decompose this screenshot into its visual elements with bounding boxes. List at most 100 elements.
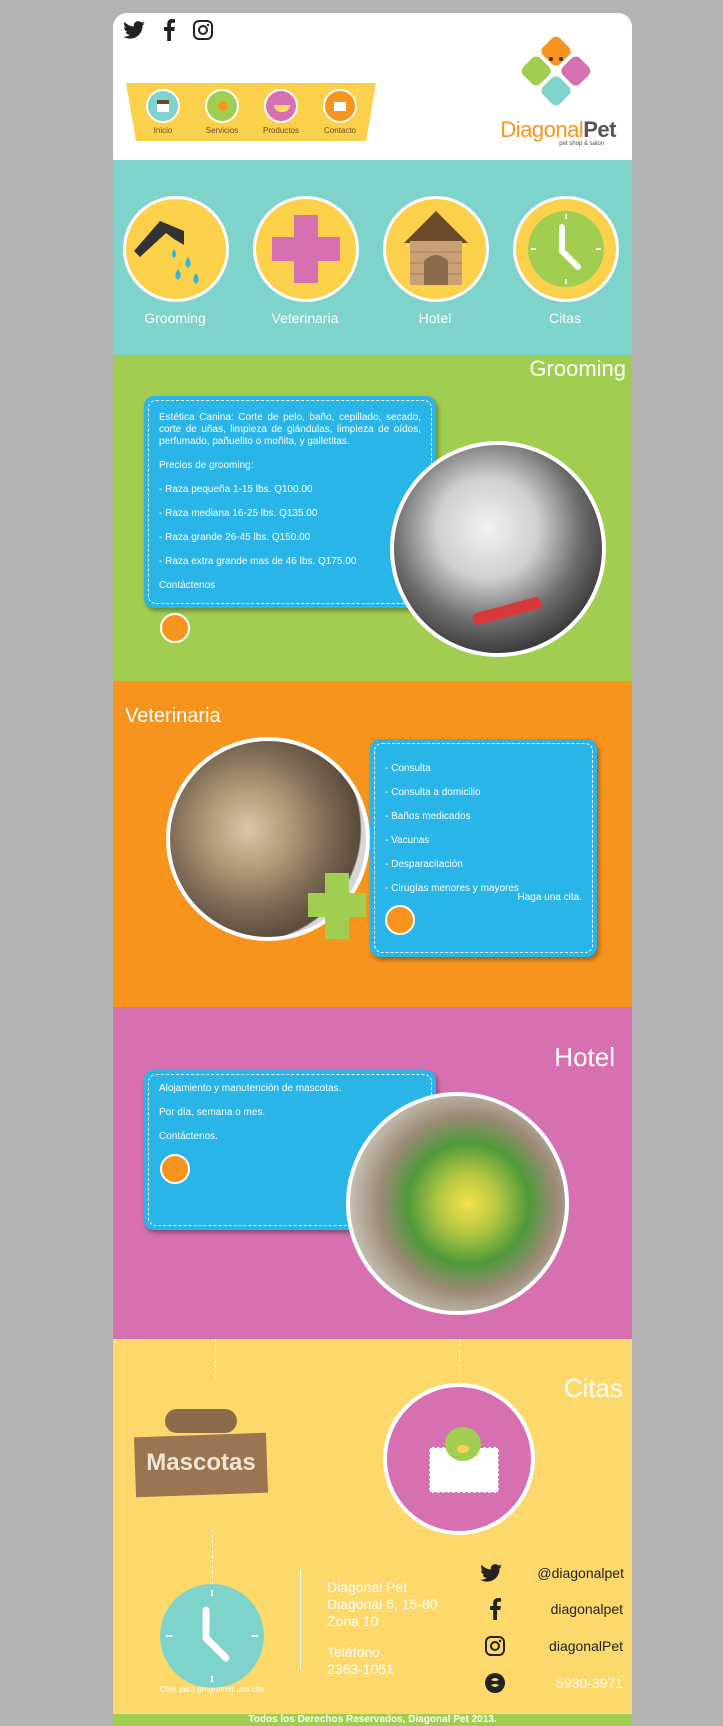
dog-photo [390,441,606,657]
nav-item-inicio[interactable]: Inicio [139,89,187,135]
service-item: - Vacunas [385,835,430,846]
social-handle: 5930-3971 [556,1675,623,1691]
address-block: Diagonal Pet Diagonal 6, 15-80 Zona 10 [327,1579,438,1630]
twitter-icon [480,1564,502,1582]
clock-button[interactable] [160,1584,264,1688]
grooming-text: Estética Canina: Corte de pelo, baño, ce… [159,412,421,604]
grooming-card: Estética Canina: Corte de pelo, baño, ce… [144,396,436,608]
social-bbm[interactable]: 5930-3971 [483,1671,623,1697]
nav-item-productos[interactable]: Productos [257,89,305,135]
logo-wordmark: DiagonalPet [496,117,616,143]
contact-button[interactable] [160,613,190,643]
nav-label: Productos [262,126,300,135]
parrot-photo [346,1092,569,1315]
social-instagram[interactable]: diagonalPet [483,1634,623,1660]
phone-number[interactable]: 2363-1051 [327,1661,394,1678]
nav-label: Contacto [323,126,357,135]
service-item: - Consulta [385,763,431,774]
service-citas[interactable]: Citas [513,196,619,326]
plus-shape-horizontal [308,893,366,917]
hanging-line [212,1529,213,1584]
logo-tagline: pet shop & salon [559,141,604,147]
citas-section: Citas Mascotas Click para programar una … [113,1339,632,1726]
appointment-button[interactable] [385,905,415,935]
service-hotel[interactable]: Hotel [383,196,489,326]
mail-bird-circle[interactable] [383,1383,535,1535]
grooming-contact-link[interactable]: Contáctenos [159,580,421,592]
instagram-icon[interactable] [193,20,213,40]
social-twitter[interactable]: @diagonalpet [480,1561,624,1587]
address-line: Diagonal 6, 15-80 [327,1596,438,1612]
logo-mark [521,36,591,106]
service-label: Citas [549,310,581,326]
services-icon [205,89,239,123]
clock-caption[interactable]: Click para programar una cita [157,1685,267,1695]
logo[interactable]: DiagonalPet pet shop & salon [496,29,616,149]
service-item: - Desparacitación [385,859,463,870]
logo-word1: Diagonal [500,117,584,142]
hanging-line [215,1339,216,1379]
bone-icon [165,1409,237,1433]
social-handle: diagonalpet [550,1601,623,1617]
clock-icon [513,196,619,302]
social-handle: diagonalPet [549,1638,623,1654]
service-label: Veterinaria [271,310,339,326]
hotel-contact-link[interactable]: Contáctenos. [159,1131,359,1143]
phone-label: Teléfono [327,1644,380,1660]
section-title: Hotel [554,1042,615,1072]
footer-copyright: Todos los Derechos Reservados, Diagonal … [248,1714,497,1725]
shower-icon [123,196,229,302]
header-social [123,19,213,41]
service-label: Hotel [418,310,452,326]
twitter-icon[interactable] [123,21,145,39]
section-title: Grooming [529,356,626,381]
section-title: Veterinaria [125,705,221,727]
main-nav: Inicio Servicios Productos Contacto [126,83,376,143]
nav-item-servicios[interactable]: Servicios [198,89,246,135]
sign-text: Mascotas [146,1449,256,1476]
bird-beak [457,1445,469,1453]
service-item: - Baños medicados [385,811,471,822]
phone-block: Teléfono 2363-1051 [327,1644,394,1678]
grooming-price-item: - Raza mediana 16-25 lbs. Q135.00 [159,508,318,519]
service-item: - Consulta a domicilio [385,787,481,798]
header: Inicio Servicios Productos Contacto Diag… [113,13,632,160]
logo-word2: Pet [583,117,616,142]
grooming-price-item: - Raza extra grande mas de 46 lbs. Q175.… [159,556,357,567]
mascotas-sign[interactable]: Mascotas [133,1407,269,1499]
service-veterinaria[interactable]: Veterinaria [253,196,359,326]
service-grooming[interactable]: Grooming [123,196,229,326]
nav-label: Servicios [205,126,239,135]
email-page: Inicio Servicios Productos Contacto Diag… [113,13,632,1726]
nav-label: Inicio [153,126,173,135]
divider [300,1569,301,1669]
social-handle: @diagonalpet [537,1565,624,1581]
doghouse-icon [383,196,489,302]
hotel-line: Alojamiento y manutención de mascotas. [159,1083,342,1094]
home-icon [146,89,180,123]
section-title: Citas [563,1373,623,1403]
veterinaria-list: - Consulta - Consulta a domicilio - Baño… [385,763,585,895]
grooming-price-item: - Raza grande 26-45 lbs. Q150.00 [159,532,311,543]
services-strip: Grooming Veterinaria Hotel Citas [113,160,632,355]
service-label: Grooming [144,310,206,326]
facebook-icon[interactable] [163,19,175,41]
contact-button[interactable] [160,1154,190,1184]
appointment-link[interactable]: Haga una cita. [518,892,583,903]
grooming-prices-heading: Precios de grooming: [159,460,254,471]
veterinaria-section: Veterinaria - Consulta - Consulta a domi… [113,681,632,1007]
envelope-icon [323,89,357,123]
hotel-text: Alojamiento y manutención de mascotas. P… [159,1083,359,1155]
bird-icon [445,1427,481,1461]
grooming-section: Grooming Estética Canina: Corte de pelo,… [113,355,632,681]
bbm-icon [485,1673,505,1693]
grooming-description: Estética Canina: Corte de pelo, baño, ce… [159,412,421,447]
hotel-section: Hotel Alojamiento y manutención de masco… [113,1007,632,1339]
address-line: Diagonal Pet [327,1579,408,1595]
hotel-line: Por día, semana o mes. [159,1107,266,1118]
hanging-line [459,1339,460,1383]
footer: Todos los Derechos Reservados, Diagonal … [113,1714,632,1726]
nav-item-contacto[interactable]: Contacto [316,89,364,135]
social-facebook[interactable]: diagonalpet [483,1597,623,1623]
address-line: Zona 10 [327,1613,379,1629]
